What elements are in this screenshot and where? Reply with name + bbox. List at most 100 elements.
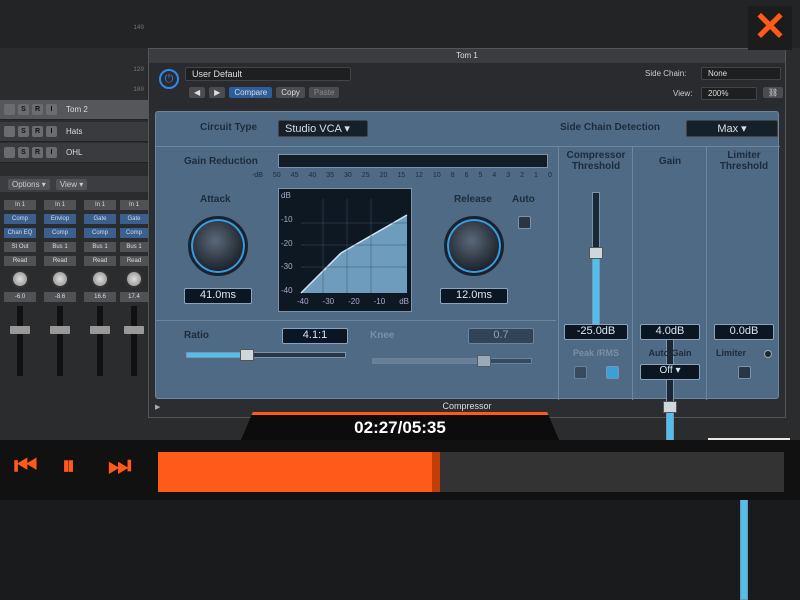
input-slot[interactable]: In 1 <box>44 200 76 210</box>
side-chain-dropdown[interactable]: None <box>701 67 781 80</box>
gain-reduction-scale-label: 35 <box>326 172 335 179</box>
copy-button[interactable]: Copy <box>276 87 305 98</box>
track-row[interactable]: S R I OHL <box>0 143 148 163</box>
pan-knob[interactable] <box>91 270 109 288</box>
limiter-threshold-value[interactable]: 0.0dB <box>714 324 774 340</box>
ratio-value[interactable]: 4.1:1 <box>282 328 348 344</box>
release-knob[interactable] <box>444 216 504 276</box>
compare-button[interactable]: Compare <box>229 87 273 98</box>
limiter-checkbox[interactable] <box>738 366 751 379</box>
mixer-options-button[interactable]: Options ▾ <box>8 178 50 190</box>
insert-slot[interactable]: Comp <box>120 228 148 238</box>
pan-knob[interactable] <box>11 270 29 288</box>
skip-forward-icon[interactable]: ⏭ <box>108 450 131 482</box>
compressor-panel: Circuit Type Studio VCA ▾ Side Chain Det… <box>155 111 780 600</box>
output-slot[interactable]: Bus 1 <box>120 242 148 252</box>
gain-label: Gain <box>658 156 682 167</box>
input-button[interactable]: I <box>46 147 57 158</box>
mixer-view-button[interactable]: View ▾ <box>55 178 88 190</box>
paste-button[interactable]: Paste <box>308 87 340 98</box>
gain-reduction-scale-label: 0 <box>547 172 552 179</box>
side-chain-detection-dropdown[interactable]: Max ▾ <box>686 120 778 137</box>
track-select-icon[interactable] <box>4 126 15 137</box>
track-select-icon[interactable] <box>4 147 15 158</box>
progress-handle[interactable] <box>431 452 440 492</box>
automation-slot[interactable]: Read <box>4 256 36 266</box>
volume-fader[interactable] <box>124 306 144 376</box>
insert-slot[interactable]: Envlop <box>44 214 76 224</box>
compressor-threshold-value[interactable]: -25.0dB <box>564 324 628 340</box>
pause-icon[interactable]: ⏸ <box>62 450 75 482</box>
ratio-slider-thumb[interactable] <box>240 349 255 361</box>
side-chain-value: None <box>708 69 728 78</box>
ratio-slider[interactable] <box>186 349 346 361</box>
solo-button[interactable]: S <box>18 104 29 115</box>
knee-slider[interactable] <box>372 355 532 367</box>
skip-back-icon[interactable]: ⏮ <box>14 450 37 482</box>
insert-slot[interactable]: Comp <box>84 228 116 238</box>
output-slot[interactable]: Bus 1 <box>44 242 76 252</box>
rms-button[interactable] <box>606 366 619 379</box>
gain-reduction-scale-label: 30 <box>344 172 352 179</box>
gain-reduction-scale-label: 1 <box>534 172 538 179</box>
gain-reduction-scale-label: 20 <box>379 172 388 179</box>
volume-fader[interactable] <box>10 306 30 376</box>
progress-bar[interactable] <box>158 452 784 492</box>
power-icon[interactable]: ⏻ <box>159 69 179 89</box>
plugin-title-bar[interactable]: Tom 1 <box>149 49 785 63</box>
volume-fader[interactable] <box>90 306 110 376</box>
record-button[interactable]: R <box>32 147 43 158</box>
compressor-threshold-thumb[interactable] <box>589 247 603 260</box>
compressor-threshold-fader[interactable] <box>589 192 603 328</box>
knee-slider-thumb[interactable] <box>476 355 491 367</box>
attack-knob[interactable] <box>188 216 248 276</box>
insert-slot[interactable]: Chan EQ <box>4 228 36 238</box>
input-slot[interactable]: In 1 <box>120 200 148 210</box>
insert-slot[interactable]: Comp <box>4 214 36 224</box>
input-button[interactable]: I <box>46 126 57 137</box>
peak-button[interactable] <box>574 366 587 379</box>
next-preset-button[interactable]: ▶ <box>209 87 226 98</box>
graph-y-label: -20 <box>281 238 293 248</box>
insert-slot[interactable]: Gate <box>120 214 148 224</box>
track-row[interactable]: S R I Tom 2 <box>0 100 148 120</box>
attack-value[interactable]: 41.0ms <box>184 288 252 304</box>
gain-reduction-scale-label: 12 <box>415 172 423 179</box>
solo-button[interactable]: S <box>18 126 29 137</box>
auto-gain-dropdown[interactable]: Off ▾ <box>640 364 700 380</box>
pan-value: 17.4 <box>120 292 148 302</box>
gain-value[interactable]: 4.0dB <box>640 324 700 340</box>
release-value[interactable]: 12.0ms <box>440 288 508 304</box>
insert-slot[interactable]: Comp <box>44 228 76 238</box>
track-row[interactable]: S R I Hats <box>0 122 148 142</box>
input-slot[interactable]: In 1 <box>4 200 36 210</box>
track-select-icon[interactable] <box>4 104 15 115</box>
gain-reduction-scale: -dB 50 45 40 35 30 25 20 15 12 10 8 6 5 4 3 2 1 0 <box>252 172 552 182</box>
input-button[interactable]: I <box>46 104 57 115</box>
knee-label: Knee <box>370 330 395 341</box>
close-icon[interactable]: ✕ <box>748 6 792 50</box>
automation-slot[interactable]: Read <box>84 256 116 266</box>
automation-slot[interactable]: Read <box>44 256 76 266</box>
output-slot[interactable]: St Out <box>4 242 36 252</box>
view-dropdown[interactable]: 200% <box>701 87 757 100</box>
pan-knob[interactable] <box>51 270 69 288</box>
input-slot[interactable]: In 1 <box>84 200 116 210</box>
plugin-header: ⏻ User Default ◀ ▶ Compare Copy Paste Si… <box>149 63 785 109</box>
volume-fader[interactable] <box>50 306 70 376</box>
previous-preset-button[interactable]: ◀ <box>189 87 206 98</box>
link-icon[interactable]: ⛓ <box>763 87 784 98</box>
record-button[interactable]: R <box>32 104 43 115</box>
solo-button[interactable]: S <box>18 147 29 158</box>
record-button[interactable]: R <box>32 126 43 137</box>
output-slot[interactable]: Bus 1 <box>84 242 116 252</box>
knee-value[interactable]: 0.7 <box>468 328 534 344</box>
circuit-type-dropdown[interactable]: Studio VCA ▾ <box>278 120 368 137</box>
divider <box>706 146 707 400</box>
automation-slot[interactable]: Read <box>120 256 148 266</box>
preset-dropdown[interactable]: User Default <box>185 67 351 81</box>
insert-slot[interactable]: Gate <box>84 214 116 224</box>
auto-release-checkbox[interactable] <box>518 216 531 229</box>
pan-value: -6.0 <box>4 292 36 302</box>
pan-knob[interactable] <box>125 270 143 288</box>
